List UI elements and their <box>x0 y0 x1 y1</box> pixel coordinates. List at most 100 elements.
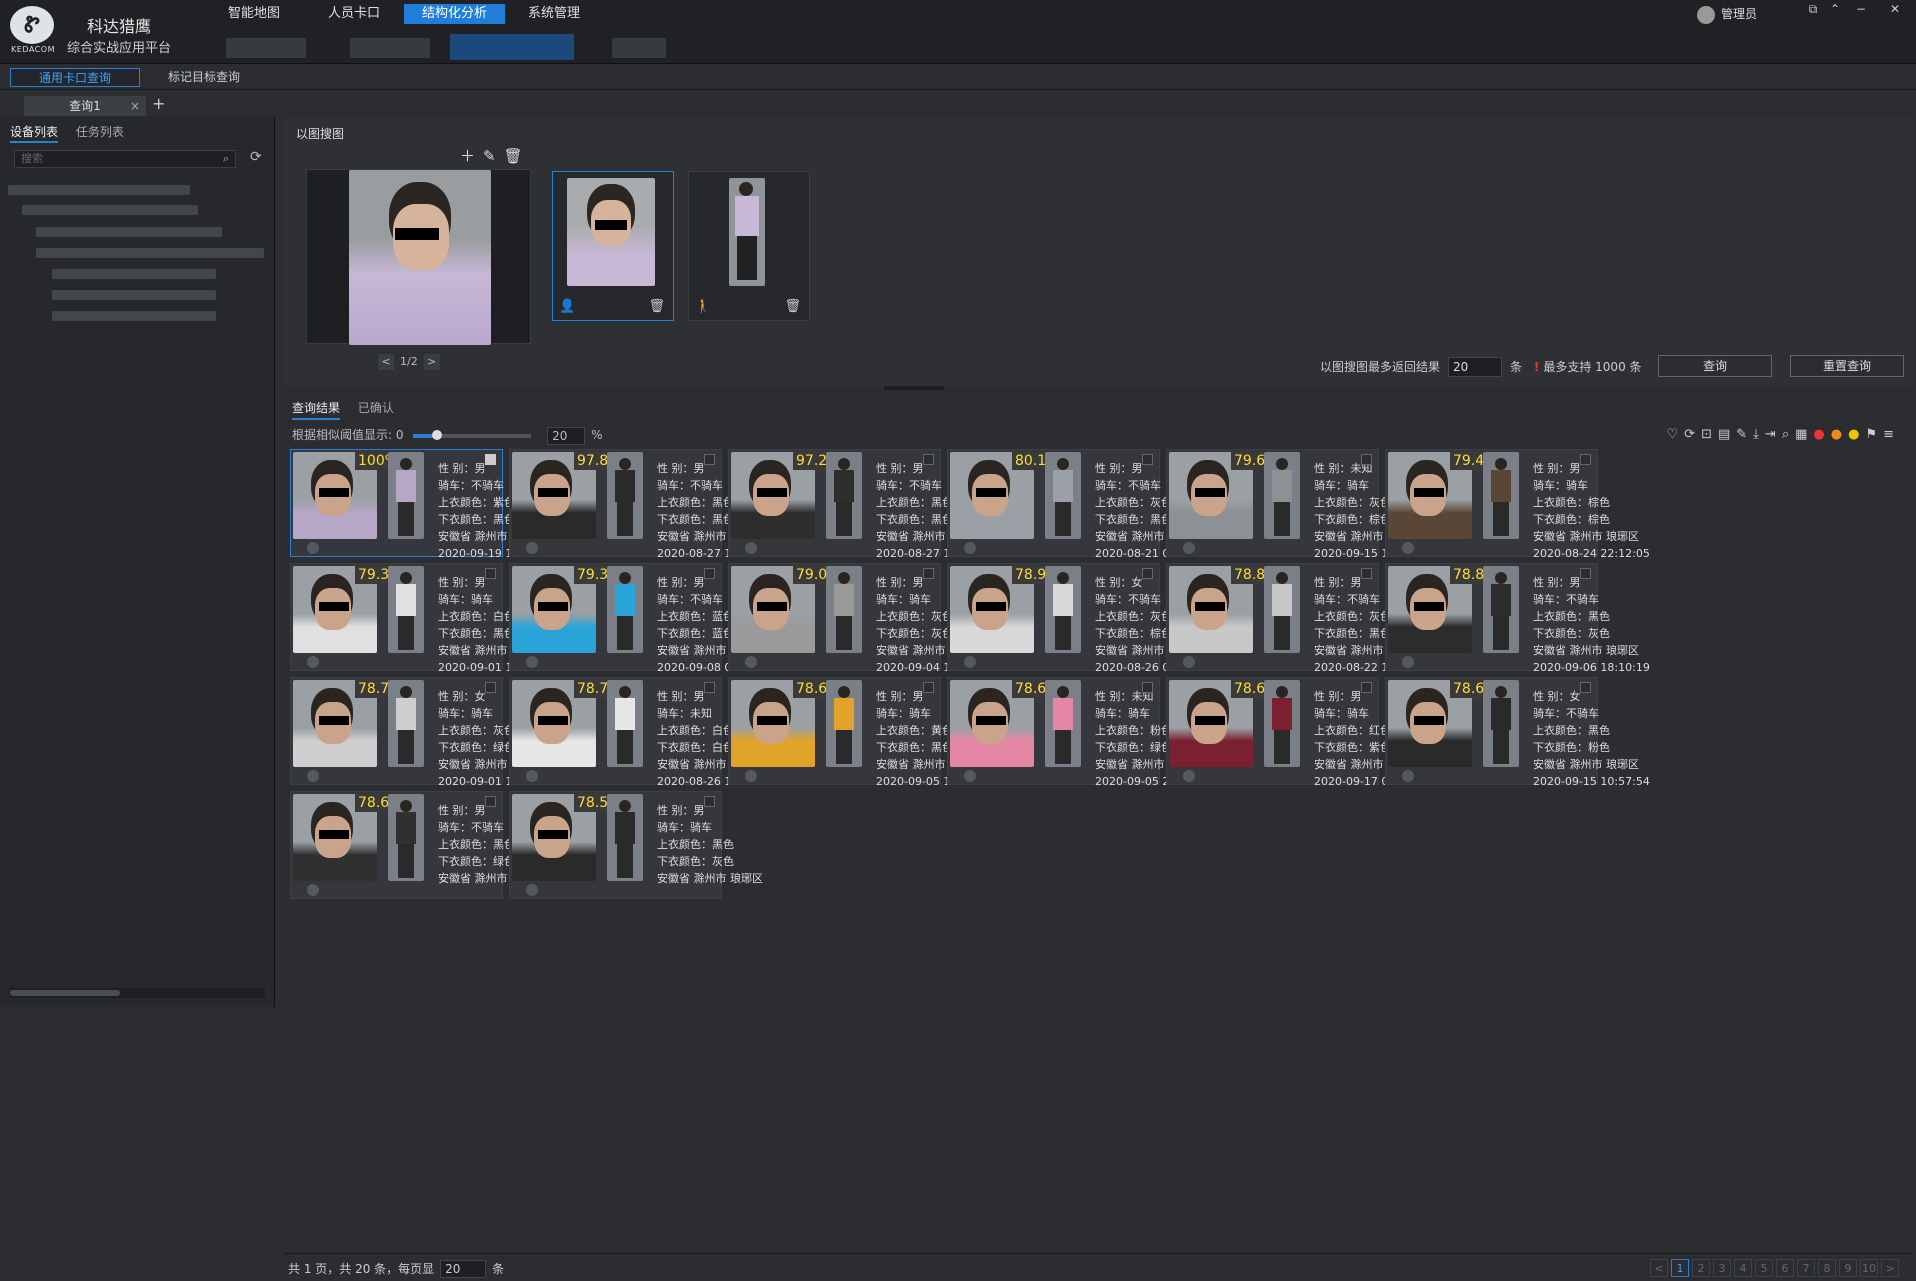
locate-icon[interactable] <box>526 656 538 668</box>
delete-icon[interactable]: 🗑 <box>648 299 665 314</box>
locate-icon[interactable] <box>964 656 976 668</box>
body-snapshot[interactable] <box>1483 452 1519 539</box>
result-card[interactable]: 79.39% 性 别：男 骑车：骑车 上衣颜色：白色 下衣颜色：黑色 安徽省 滁州市 琅琊… <box>290 563 555 674</box>
select-checkbox[interactable] <box>1142 568 1153 579</box>
select-checkbox[interactable] <box>923 568 934 579</box>
tree-item[interactable] <box>22 205 198 215</box>
body-snapshot[interactable] <box>1264 452 1300 539</box>
tab-general-checkpoint-query[interactable]: 通用卡口查询 <box>10 68 140 87</box>
locate-icon[interactable] <box>526 542 538 554</box>
body-crop-thumbnail[interactable]: 🚶 🗑 <box>688 171 810 321</box>
red-filter-icon[interactable]: ● <box>1813 427 1830 442</box>
select-checkbox[interactable] <box>1142 454 1153 465</box>
result-card[interactable]: 79.46% 性 别：男 骑车：骑车 上衣颜色：棕色 下衣颜色：棕色 安徽省 滁州市 琅琊… <box>1385 449 1650 560</box>
edit-icon[interactable]: ✎ <box>483 147 504 165</box>
tree-item[interactable] <box>36 227 222 237</box>
minimize-icon[interactable]: − <box>1852 2 1870 18</box>
result-card[interactable]: 78.79% 性 别：女 骑车：骑车 上衣颜色：灰色 下衣颜色：绿色 安徽省 滁州市 琅琊… <box>290 677 555 788</box>
result-card[interactable]: 78.66% 性 别：女 骑车：不骑车 上衣颜色：黑色 下衣颜色：粉色 安徽省 滁州市 琅… <box>1385 677 1650 788</box>
slider-knob[interactable] <box>431 429 442 440</box>
body-snapshot[interactable] <box>1264 680 1300 767</box>
menu-icon[interactable]: ≡ <box>1883 427 1900 442</box>
face-crop-thumbnail[interactable]: 👤 🗑 <box>552 171 674 321</box>
select-checkbox[interactable] <box>1580 568 1591 579</box>
nav-person-checkpoint[interactable]: 人员卡口 <box>310 4 398 24</box>
flag-icon[interactable]: ⚑ <box>1865 427 1883 442</box>
locate-icon[interactable] <box>964 770 976 782</box>
result-card[interactable]: 78.68% 性 别：未知 骑车：骑车 上衣颜色：粉色 下衣颜色：绿色 安徽省 滁州市 琅… <box>947 677 1212 788</box>
delete-icon[interactable]: 🗑 <box>784 299 801 314</box>
tree-item[interactable] <box>52 311 216 321</box>
restore-icon[interactable]: ⧉ <box>1804 2 1822 18</box>
search-icon[interactable]: ⌕ <box>223 151 229 167</box>
collapse-icon[interactable]: ⌃ <box>1826 2 1844 18</box>
select-checkbox[interactable] <box>704 796 715 807</box>
threshold-slider[interactable] <box>413 429 532 440</box>
body-snapshot[interactable] <box>826 452 862 539</box>
tab-device-list[interactable]: 设备列表 <box>10 125 59 143</box>
page-button[interactable]: 4 <box>1734 1259 1752 1277</box>
locate-icon[interactable] <box>745 542 757 554</box>
delete-icon[interactable]: 🗑 <box>504 147 531 165</box>
result-card[interactable]: 78.5% 性 别：男 骑车：骑车 上衣颜色：黑色 下衣颜色：灰色 安徽省 滁州市 琅琊区 <box>509 791 763 899</box>
locate-icon[interactable] <box>307 770 319 782</box>
select-checkbox[interactable] <box>485 454 496 465</box>
tree-item[interactable] <box>8 185 190 195</box>
tab-query-results[interactable]: 查询结果 <box>292 401 341 420</box>
body-snapshot[interactable] <box>1483 680 1519 767</box>
locate-icon[interactable] <box>307 542 319 554</box>
body-snapshot[interactable] <box>1045 566 1081 653</box>
subnav-item-active[interactable] <box>450 34 574 60</box>
locate-icon[interactable] <box>1183 656 1195 668</box>
page-button[interactable]: 10 <box>1860 1259 1878 1277</box>
body-snapshot[interactable] <box>1483 566 1519 653</box>
result-card[interactable]: 78.63% 性 别：男 骑车：不骑车 上衣颜色：黑色 下衣颜色：绿色 安徽省 滁州市 琅… <box>290 791 544 899</box>
close-tab-icon[interactable]: × <box>130 96 140 116</box>
select-checkbox[interactable] <box>923 682 934 693</box>
nav-smart-map[interactable]: 智能地图 <box>210 4 298 24</box>
locate-icon[interactable] <box>526 770 538 782</box>
select-checkbox[interactable] <box>1580 682 1591 693</box>
nav-structured-analysis[interactable]: 结构化分析 <box>404 4 506 24</box>
confirm-icon[interactable]: ♡ <box>1667 427 1685 442</box>
locate-icon[interactable] <box>745 656 757 668</box>
note-icon[interactable]: ✎ <box>1736 427 1753 442</box>
result-card[interactable]: 78.86% 性 别：男 骑车：不骑车 上衣颜色：灰色 下衣颜色：黑色 安徽省 滁州市 琅… <box>1166 563 1431 674</box>
locate-icon[interactable] <box>1402 656 1414 668</box>
report-icon[interactable]: ▤ <box>1718 427 1736 442</box>
body-snapshot[interactable] <box>1045 452 1081 539</box>
tab-confirmed[interactable]: 已确认 <box>358 401 394 415</box>
nav-system-management[interactable]: 系统管理 <box>510 4 598 24</box>
result-card[interactable]: 78.67% 性 别：男 骑车：骑车 上衣颜色：红色 下衣颜色：紫色 安徽省 滁州市 琅琊… <box>1166 677 1431 788</box>
add-tab-icon[interactable]: + <box>152 94 165 113</box>
query-button[interactable]: 查询 <box>1658 355 1772 377</box>
body-snapshot[interactable] <box>826 680 862 767</box>
max-result-input[interactable]: 20 <box>1448 357 1503 377</box>
select-checkbox[interactable] <box>1142 682 1153 693</box>
body-snapshot[interactable] <box>607 794 643 881</box>
locate-icon[interactable] <box>526 884 538 896</box>
body-snapshot[interactable] <box>388 566 424 653</box>
sidebar-scrollbar[interactable] <box>10 988 265 998</box>
result-card[interactable]: 80.14% 性 别：男 骑车：不骑车 上衣颜色：灰色 下衣颜色：黑色 安徽省 滁州市 琅… <box>947 449 1212 560</box>
threshold-input[interactable]: 20 <box>547 426 586 445</box>
result-card[interactable]: 78.84% 性 别：男 骑车：不骑车 上衣颜色：黑色 下衣颜色：灰色 安徽省 滁州市 琅… <box>1385 563 1650 674</box>
body-snapshot[interactable] <box>826 566 862 653</box>
tree-item[interactable] <box>36 248 264 258</box>
tab-marked-target-query[interactable]: 标记目标查询 <box>158 68 250 87</box>
gallery-icon[interactable]: ▦ <box>1795 427 1813 442</box>
result-card[interactable]: 97.21% 性 别：男 骑车：不骑车 上衣颜色：黑色 下衣颜色：黑色 安徽省 滁州市 琅… <box>728 449 993 560</box>
subnav-item-blurred[interactable] <box>612 38 666 58</box>
select-checkbox[interactable] <box>485 682 496 693</box>
prev-page-button[interactable]: < <box>378 354 394 370</box>
result-card[interactable]: 78.68% 性 别：男 骑车：骑车 上衣颜色：黄色 下衣颜色：黑色 安徽省 滁州市 琅琊… <box>728 677 993 788</box>
prev-page-button[interactable]: < <box>1650 1259 1668 1277</box>
tab-task-list[interactable]: 任务列表 <box>76 125 124 139</box>
locate-icon[interactable] <box>964 542 976 554</box>
body-snapshot[interactable] <box>607 680 643 767</box>
select-checkbox[interactable] <box>1361 454 1372 465</box>
page-button[interactable]: 1 <box>1671 1259 1689 1277</box>
user-menu[interactable]: 管理员 <box>1697 5 1757 24</box>
select-checkbox[interactable] <box>704 454 715 465</box>
tree-item[interactable] <box>52 290 216 300</box>
